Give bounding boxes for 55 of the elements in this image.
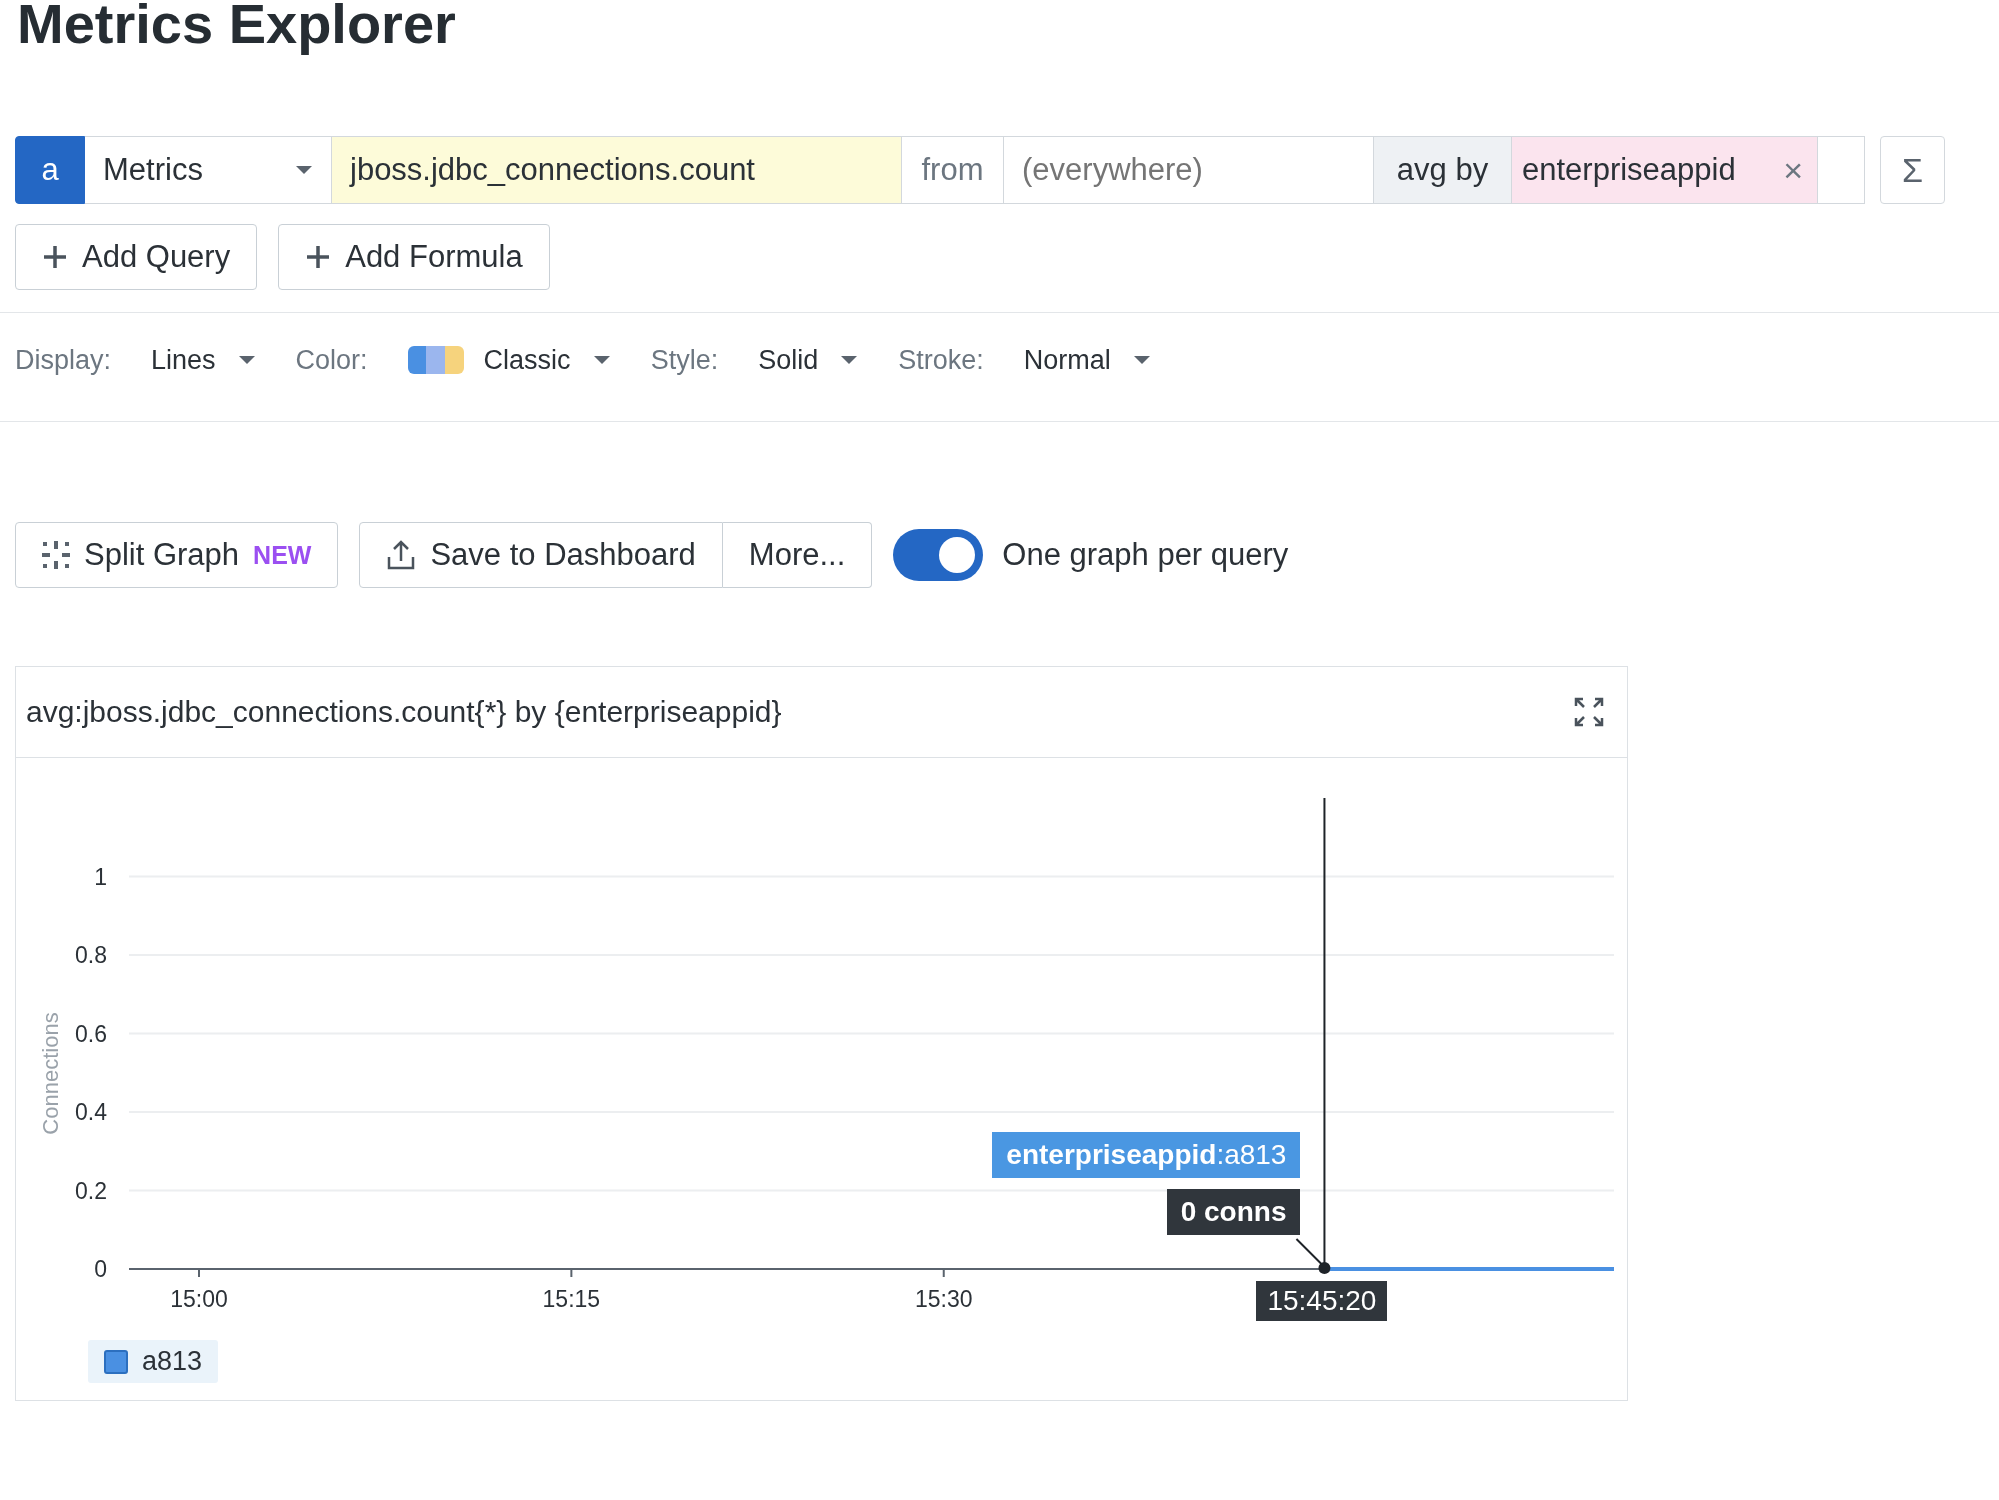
grid-split-icon bbox=[42, 541, 70, 569]
query-letter-badge: a bbox=[15, 136, 85, 204]
toggle-switch[interactable] bbox=[893, 529, 984, 581]
function-button[interactable]: Σ bbox=[1880, 136, 1945, 204]
option-label: Color: bbox=[295, 344, 368, 376]
more-button[interactable]: More... bbox=[722, 522, 873, 588]
option-dropdown[interactable]: Solid bbox=[758, 344, 819, 376]
y-tick-label: 0.8 bbox=[75, 942, 107, 968]
crosshair-time: 15:45:20 bbox=[1256, 1281, 1388, 1321]
group-by-field[interactable] bbox=[1818, 136, 1865, 204]
upload-icon bbox=[386, 539, 417, 571]
group-by-tag[interactable]: enterpriseappid × bbox=[1512, 136, 1818, 204]
option-label: Stroke: bbox=[898, 344, 984, 376]
split-graph-button[interactable]: Split Graph NEW bbox=[15, 522, 339, 588]
plus-icon bbox=[42, 244, 68, 270]
scope-field[interactable]: (everywhere) bbox=[1004, 136, 1374, 204]
option-label: Style: bbox=[650, 344, 719, 376]
y-tick-label: 0.2 bbox=[75, 1177, 107, 1204]
caret-icon bbox=[840, 355, 859, 365]
tooltip-series: enterpriseappid:a813 bbox=[992, 1132, 1301, 1178]
caret-icon bbox=[1132, 355, 1151, 365]
option-dropdown[interactable]: Lines bbox=[151, 344, 216, 376]
graph-title: avg:jboss.jdbc_connections.count{*} by {enterpriseappid} bbox=[26, 695, 782, 729]
caret-icon bbox=[237, 355, 256, 365]
new-label: NEW bbox=[253, 540, 312, 570]
y-tick-label: 0.4 bbox=[75, 1099, 107, 1125]
legend-item[interactable]: a813 bbox=[88, 1340, 219, 1383]
y-tick-label: 0.6 bbox=[75, 1020, 107, 1047]
add-button[interactable]: Add Formula bbox=[278, 224, 550, 290]
remove-tag-button[interactable]: × bbox=[1783, 150, 1803, 190]
option-dropdown[interactable]: Classic bbox=[407, 344, 571, 376]
add-button[interactable]: Add Query bbox=[15, 224, 258, 290]
caret-icon bbox=[295, 165, 313, 175]
x-tick-label: 15:15 bbox=[542, 1286, 601, 1312]
legend-label: a813 bbox=[142, 1346, 203, 1377]
source-dropdown[interactable]: Metrics bbox=[85, 136, 332, 204]
y-axis-label: Connections bbox=[38, 1012, 63, 1135]
picture-hover-pointer bbox=[1295, 1238, 1331, 1274]
plus-icon bbox=[305, 244, 332, 270]
expand-icon[interactable] bbox=[1573, 696, 1605, 728]
y-tick-label: 0 bbox=[94, 1256, 107, 1282]
tag-label: enterpriseappid bbox=[1522, 152, 1736, 188]
option-dropdown[interactable]: Normal bbox=[1023, 344, 1111, 376]
toggle-label: One graph per query bbox=[1002, 537, 1289, 573]
metric-field[interactable]: jboss.jdbc_connections.count bbox=[332, 136, 902, 204]
caret-icon bbox=[592, 355, 611, 365]
aggregation-label: avg by bbox=[1374, 136, 1512, 204]
y-tick-label: 1 bbox=[94, 863, 107, 890]
page-title: Metrics Explorer bbox=[17, 0, 457, 57]
x-tick-label: 15:30 bbox=[914, 1286, 973, 1312]
tooltip-value: 0 conns bbox=[1166, 1189, 1301, 1235]
option-label: Display: bbox=[15, 344, 112, 376]
x-tick-label: 15:00 bbox=[170, 1286, 228, 1312]
palette-icon bbox=[407, 346, 464, 374]
save-to-dashboard-button[interactable]: Save to Dashboard bbox=[359, 522, 723, 588]
